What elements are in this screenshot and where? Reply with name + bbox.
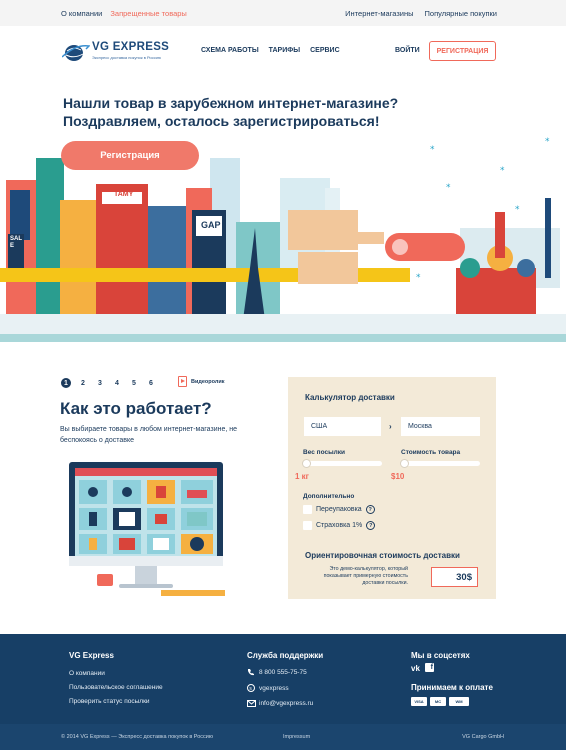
insurance-checkbox[interactable]: [303, 521, 312, 530]
step-1[interactable]: 1: [61, 378, 71, 388]
nav-tariffs[interactable]: ТАРИФЫ: [269, 47, 300, 54]
topbar-link-popular[interactable]: Популярные покупки: [425, 9, 497, 18]
how-title: Как это работает?: [60, 399, 212, 418]
step-6[interactable]: 6: [146, 378, 156, 388]
footer-payment-title: Принимаем к оплате: [411, 683, 493, 692]
weight-label: Вес посылки: [303, 449, 345, 456]
phone-icon: [248, 669, 254, 676]
hero-register-button[interactable]: Регистрация: [61, 141, 199, 170]
repack-option[interactable]: Переупаковка ?: [303, 505, 375, 514]
footer: VG Express О компании Пользовательское с…: [0, 634, 566, 750]
svg-text:s: s: [249, 686, 252, 692]
from-country-select[interactable]: США: [304, 417, 381, 436]
video-link[interactable]: Видеоролик: [178, 376, 224, 387]
logo[interactable]: VG EXPRESS Экспресс доставка покупок в Р…: [62, 40, 174, 64]
nav-scheme[interactable]: СХЕМА РАБОТЫ: [201, 47, 259, 54]
step-2[interactable]: 2: [78, 378, 88, 388]
logo-subtitle: Экспресс доставка покупок в Россию: [92, 55, 161, 60]
topbar-link-shops[interactable]: Интернет-магазины: [345, 9, 413, 18]
svg-text:*: *: [545, 137, 550, 147]
footer-social-title: Мы в соцсетях: [411, 651, 470, 660]
calc-title: Калькулятор доставки: [305, 393, 395, 402]
weight-slider-handle[interactable]: [302, 459, 311, 468]
mastercard-icon: MC: [430, 697, 446, 706]
cost-slider-handle[interactable]: [400, 459, 409, 468]
estimate-price: 30$: [431, 567, 478, 587]
hero-title: Нашли товар в зарубежном интернет-магази…: [63, 94, 443, 130]
main-nav: СХЕМА РАБОТЫ ТАРИФЫ СЕРВИС: [201, 47, 340, 54]
skype-icon: s: [247, 684, 255, 692]
cost-slider[interactable]: [400, 459, 480, 468]
sign-gap: GAP: [201, 220, 221, 230]
step-5[interactable]: 5: [129, 378, 139, 388]
footer-bottom-bar: © 2014 VG Express — Экспресс доставка по…: [0, 724, 566, 750]
footer-link-agreement[interactable]: Пользовательское соглашение: [69, 684, 163, 691]
repack-label: Переупаковка: [316, 506, 362, 513]
extra-label: Дополнительно: [303, 493, 355, 500]
svg-text:*: *: [500, 166, 505, 176]
svg-text:*: *: [430, 145, 435, 155]
header: VG EXPRESS Экспресс доставка покупок в Р…: [0, 26, 566, 78]
support-skype[interactable]: vgexpress: [259, 685, 289, 692]
delivery-calculator: Калькулятор доставки США › Москва Вес по…: [288, 377, 496, 599]
logo-globe-icon: [62, 44, 90, 61]
video-label: Видеоролик: [191, 378, 225, 385]
arrow-right-icon: ›: [389, 422, 392, 431]
copyright: © 2014 VG Express — Экспресс доставка по…: [61, 734, 213, 740]
how-it-works-section: 1 2 3 4 5 6 Видеоролик Как это работает?…: [0, 342, 566, 634]
video-play-icon: [178, 376, 187, 387]
step-3[interactable]: 3: [95, 378, 105, 388]
estimate-note: Это демо-калькулятор, который показывает…: [323, 566, 408, 586]
to-city-select[interactable]: Москва: [401, 417, 480, 436]
sign-tamy: TAMY: [114, 191, 134, 198]
hero: * * * * * * Нашли товар в зарубежном интерн…: [0, 78, 566, 342]
login-link[interactable]: ВОЙТИ: [395, 47, 420, 54]
estimate-title: Ориентировочная стоимость доставки: [305, 551, 460, 560]
nav-service[interactable]: СЕРВИС: [310, 47, 340, 54]
svg-text:*: *: [515, 205, 520, 215]
how-text: Вы выбираете товары в любом интернет-маг…: [60, 426, 238, 444]
footer-link-status[interactable]: Проверить статус посылки: [69, 698, 150, 705]
top-bar: О компании Запрещенные товары Интернет-м…: [0, 0, 566, 26]
insurance-label: Страховка 1%: [316, 522, 363, 529]
insurance-help-icon[interactable]: ?: [366, 521, 376, 530]
support-email[interactable]: info@vgexpress.ru: [259, 700, 313, 707]
topbar-link-about[interactable]: О компании: [61, 9, 102, 18]
footer-support-title: Служба поддержки: [247, 651, 324, 660]
hero-title-line1: Нашли товар в зарубежном интернет-магази…: [63, 95, 399, 111]
support-phone[interactable]: 8 800 555-75-75: [259, 669, 307, 676]
footer-company-title: VG Express: [69, 651, 114, 660]
impressum-link[interactable]: Impressum: [283, 734, 310, 740]
step-4[interactable]: 4: [112, 378, 122, 388]
repack-checkbox[interactable]: [303, 505, 312, 514]
visa-icon: VISA: [411, 697, 427, 706]
vk-icon[interactable]: vk: [411, 664, 420, 673]
webmoney-icon: WM: [449, 697, 469, 706]
sign-sale: SALE: [10, 236, 22, 249]
company-name: VG Cargo GmbH: [462, 734, 504, 740]
svg-text:*: *: [446, 183, 451, 193]
svg-text:*: *: [416, 273, 421, 283]
insurance-option[interactable]: Страховка 1% ?: [303, 521, 376, 530]
repack-help-icon[interactable]: ?: [365, 505, 375, 514]
mail-icon: [247, 700, 256, 707]
step-pager: 1 2 3 4 5 6: [61, 378, 156, 388]
weight-slider[interactable]: [302, 459, 382, 468]
hero-title-line2: Поздравляем, осталось зарегистрироваться…: [63, 113, 380, 129]
cost-label: Стоимость товара: [401, 449, 461, 456]
computer-illustration: [69, 462, 225, 596]
weight-value: 1 кг: [295, 472, 310, 481]
footer-link-about[interactable]: О компании: [69, 670, 105, 677]
logo-title: VG EXPRESS: [92, 41, 170, 53]
cost-value: $10: [391, 472, 405, 481]
topbar-link-forbidden[interactable]: Запрещенные товары: [110, 9, 186, 18]
facebook-icon[interactable]: f: [425, 663, 434, 672]
header-register-button[interactable]: РЕГИСТРАЦИЯ: [429, 41, 496, 61]
